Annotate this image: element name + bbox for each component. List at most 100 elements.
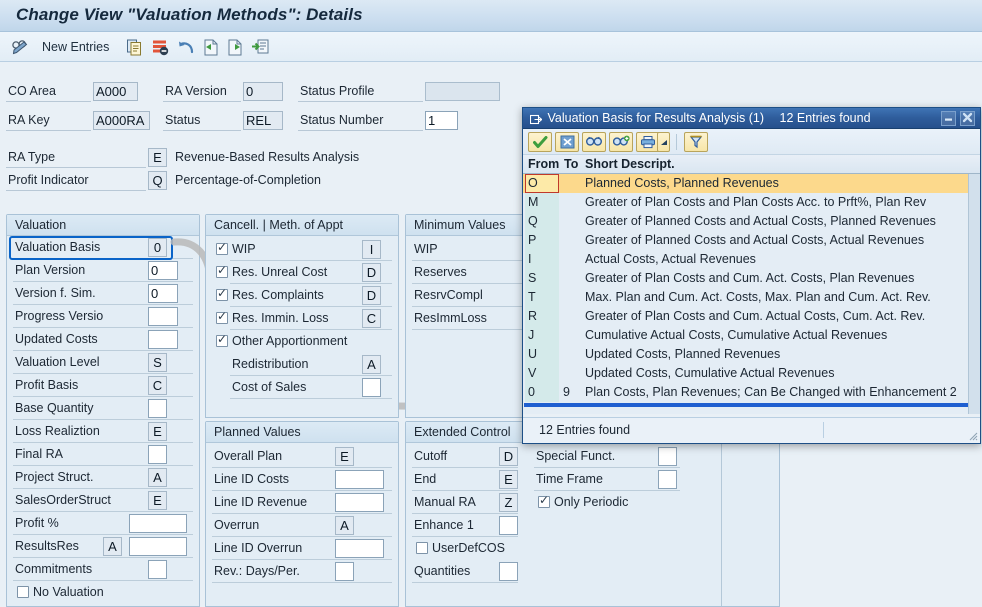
list-item[interactable]: T Max. Plan and Cum. Act. Costs, Max. Pl… (523, 288, 980, 307)
field-line-id-revenue[interactable] (335, 493, 384, 512)
vertical-scrollbar[interactable] (968, 174, 980, 414)
field-profit-pct[interactable] (129, 514, 187, 533)
field-res-unreal-cost[interactable]: D (362, 263, 381, 282)
field-valuation-basis[interactable]: 0 (148, 238, 167, 257)
checkbox-only-periodic[interactable] (538, 493, 550, 508)
field-end[interactable]: E (499, 470, 518, 489)
field-manual-ra[interactable]: Z (499, 493, 518, 512)
field-co-area[interactable]: A000 (93, 82, 138, 101)
cancel-button[interactable] (555, 132, 579, 152)
find-next-button[interactable] (609, 132, 633, 152)
cell-from[interactable]: J (525, 326, 559, 345)
field-status[interactable]: REL (243, 111, 283, 130)
label-cutoff: Cutoff (414, 449, 448, 463)
next-entry-button[interactable] (225, 35, 247, 59)
field-loss-realiztion[interactable]: E (148, 422, 167, 441)
row-only-periodic[interactable]: Only Periodic (528, 491, 718, 514)
field-line-id-overrun[interactable] (335, 539, 384, 558)
filter-button[interactable] (684, 132, 708, 152)
previous-entry-button[interactable] (200, 35, 222, 59)
field-wip[interactable]: I (362, 240, 381, 259)
cell-from[interactable]: S (525, 269, 559, 288)
field-res-complaints[interactable]: D (362, 286, 381, 305)
display-change-button[interactable] (10, 35, 32, 59)
list-item[interactable]: 0 9 Plan Costs, Plan Revenues; Can Be Ch… (523, 383, 980, 402)
field-updated-costs[interactable] (148, 330, 178, 349)
list-item[interactable]: U Updated Costs, Planned Revenues (523, 345, 980, 364)
field-final-ra[interactable] (148, 445, 167, 464)
cell-from[interactable]: T (525, 288, 559, 307)
dialog-result-list[interactable]: O Planned Costs, Planned Revenues M Grea… (523, 174, 980, 414)
field-results-res-type[interactable]: A (103, 537, 122, 556)
field-enhance-1[interactable] (499, 516, 518, 535)
field-res-immin-loss[interactable]: C (362, 309, 381, 328)
field-status-number[interactable]: 1 (425, 111, 458, 130)
cell-from[interactable]: I (525, 250, 559, 269)
select-layout-button[interactable] (250, 35, 272, 59)
field-cost-of-sales[interactable] (362, 378, 381, 397)
print-menu-button[interactable] (657, 132, 670, 152)
cell-from[interactable]: P (525, 231, 559, 250)
cell-from[interactable]: V (525, 364, 559, 383)
field-project-struct[interactable]: A (148, 468, 167, 487)
field-salesorderstruct[interactable]: E (148, 491, 167, 510)
list-item[interactable]: Q Greater of Planned Costs and Actual Co… (523, 212, 980, 231)
checkbox-no-valuation[interactable] (17, 586, 29, 598)
field-ra-key[interactable]: A000RA (93, 111, 150, 130)
field-special-funct[interactable] (658, 447, 677, 466)
field-progress-versio[interactable] (148, 307, 178, 326)
list-item[interactable]: V Updated Costs, Cumulative Actual Reven… (523, 364, 980, 383)
field-cutoff[interactable]: D (499, 447, 518, 466)
find-button[interactable] (582, 132, 606, 152)
field-version-f-sim[interactable]: 0 (148, 284, 178, 303)
undo-button[interactable] (176, 35, 198, 59)
cell-from[interactable]: 0 (525, 383, 559, 402)
field-profit-indicator[interactable]: Q (148, 171, 167, 190)
field-base-quantity[interactable] (148, 399, 167, 418)
field-overrun[interactable]: A (335, 516, 354, 535)
field-ra-type[interactable]: E (148, 148, 167, 167)
dialog-minimize-button[interactable] (941, 111, 956, 126)
field-overall-plan[interactable]: E (335, 447, 354, 466)
list-item[interactable]: S Greater of Plan Costs and Cum. Act. Co… (523, 269, 980, 288)
field-valuation-level[interactable]: S (148, 353, 167, 372)
field-quantities[interactable] (499, 562, 518, 581)
field-commitments[interactable] (148, 560, 167, 579)
row-userdefcos[interactable]: UserDefCOS (406, 537, 596, 560)
cell-from[interactable]: U (525, 345, 559, 364)
dialog-close-button[interactable] (960, 111, 975, 126)
checkbox-userdefcos[interactable] (416, 542, 428, 554)
list-item[interactable]: M Greater of Plan Costs and Plan Costs A… (523, 193, 980, 212)
field-line-id-costs[interactable] (335, 470, 384, 489)
list-item[interactable]: R Greater of Plan Costs and Cum. Actual … (523, 307, 980, 326)
cell-from[interactable]: R (525, 307, 559, 326)
copy-button[interactable] (124, 35, 146, 59)
list-item[interactable]: P Greater of Planned Costs and Actual Co… (523, 231, 980, 250)
checkbox-res-immin-loss[interactable] (216, 309, 228, 324)
field-results-res-value[interactable] (129, 537, 187, 556)
cell-from[interactable]: M (525, 193, 559, 212)
field-rev-days-per[interactable] (335, 562, 354, 581)
checkbox-other-apportionment[interactable] (216, 332, 228, 347)
list-item[interactable]: O Planned Costs, Planned Revenues (523, 174, 980, 193)
delete-row-button[interactable] (150, 35, 172, 59)
field-status-profile[interactable] (425, 82, 500, 101)
field-ra-version[interactable]: 0 (243, 82, 283, 101)
copy-selection-button[interactable] (528, 132, 552, 152)
checkbox-wip[interactable] (216, 240, 228, 255)
new-entries-button[interactable]: New Entries (42, 35, 109, 59)
field-plan-version[interactable]: 0 (148, 261, 178, 280)
cell-from[interactable]: O (525, 174, 559, 193)
list-item[interactable]: J Cumulative Actual Costs, Cumulative Ac… (523, 326, 980, 345)
checkbox-res-unreal-cost[interactable] (216, 263, 228, 278)
row-overall-plan: Overall Plan E (206, 445, 398, 468)
row-no-valuation[interactable]: No Valuation (7, 581, 199, 604)
resize-grip-icon[interactable] (966, 429, 978, 441)
list-item[interactable]: I Actual Costs, Actual Revenues (523, 250, 980, 269)
field-profit-basis[interactable]: C (148, 376, 167, 395)
field-redistribution[interactable]: A (362, 355, 381, 374)
cell-from[interactable]: Q (525, 212, 559, 231)
checkbox-res-complaints[interactable] (216, 286, 228, 301)
horizontal-scrollbar[interactable] (524, 403, 977, 407)
field-time-frame[interactable] (658, 470, 677, 489)
